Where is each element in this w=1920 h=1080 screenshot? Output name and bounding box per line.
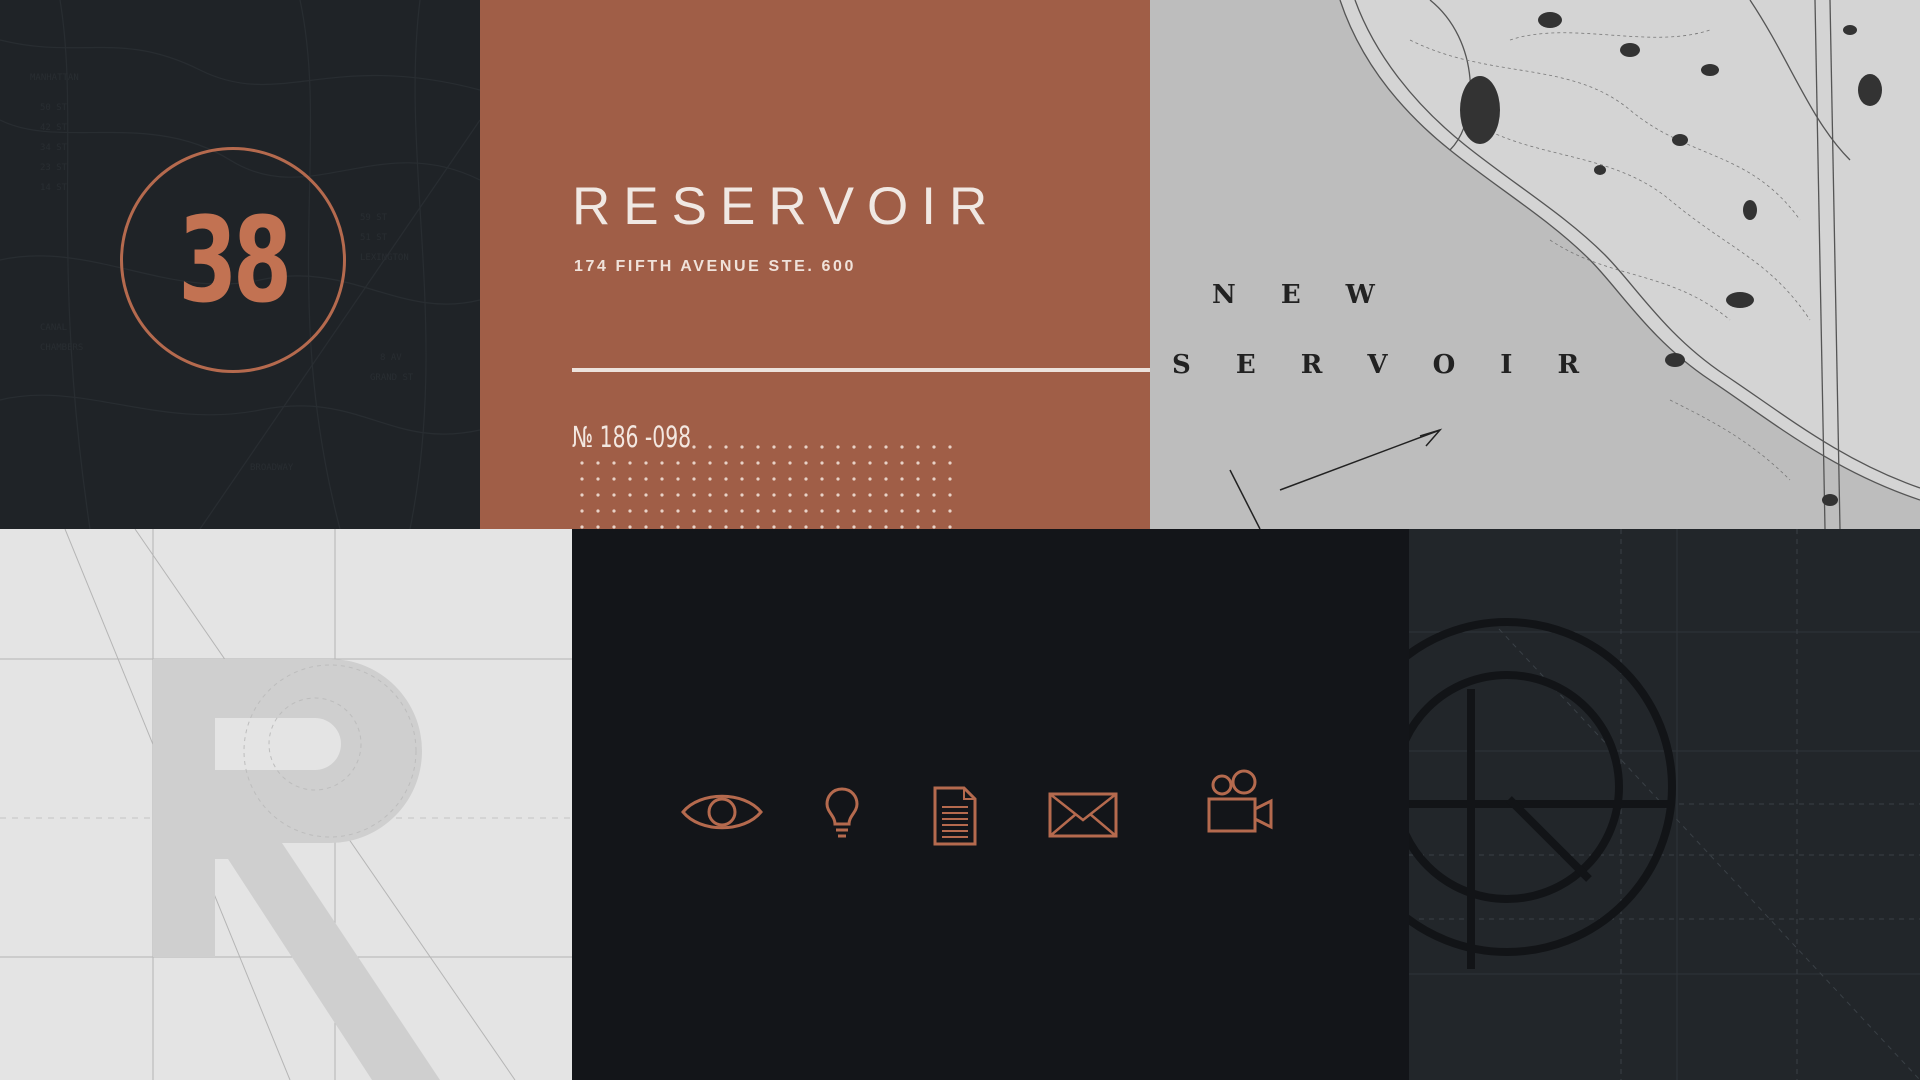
svg-text:51 ST: 51 ST: [360, 233, 388, 243]
map-panel: N E W S E R V O I R: [1150, 0, 1920, 529]
svg-text:50 ST: 50 ST: [40, 103, 68, 113]
divider-rule: [572, 368, 1150, 372]
letter-r-construction: [0, 529, 572, 1080]
badge-number: 38: [178, 191, 292, 329]
map-label-line1: N E W: [1212, 280, 1393, 310]
svg-text:42 ST: 42 ST: [40, 123, 68, 133]
video-camera-icon: [1207, 769, 1273, 833]
svg-text:LEXINGTON: LEXINGTON: [360, 253, 409, 263]
document-icon: [933, 786, 977, 846]
svg-text:BROADWAY: BROADWAY: [250, 463, 294, 473]
address-line: 174 FIFTH AVENUE STE. 600: [574, 258, 856, 275]
logo-mark-construction: [1409, 529, 1920, 1080]
dot-pattern: [580, 445, 952, 529]
svg-text:34 ST: 34 ST: [40, 143, 68, 153]
brand-card-panel: RESERVOIR 174 FIFTH AVENUE STE. 600 № 18…: [480, 0, 1150, 529]
svg-text:23 ST: 23 ST: [40, 163, 68, 173]
svg-text:CANAL: CANAL: [40, 323, 67, 333]
topographic-map: [1150, 0, 1920, 529]
icon-set-panel: [572, 529, 1409, 1080]
svg-text:MANHATTAN: MANHATTAN: [30, 73, 79, 83]
brand-wordmark: RESERVOIR: [572, 177, 1001, 236]
svg-text:14 ST: 14 ST: [40, 183, 68, 193]
letterform-construction-panel: [0, 529, 572, 1080]
lightbulb-icon: [825, 787, 859, 838]
svg-text:59 ST: 59 ST: [360, 213, 388, 223]
svg-text:CHAMBERS: CHAMBERS: [40, 343, 83, 353]
svg-text:8 AV: 8 AV: [380, 353, 402, 363]
logo-grid-panel: [1409, 529, 1920, 1080]
badge-panel: MANHATTAN 50 ST 42 ST 34 ST 23 ST 14 ST 59 S…: [0, 0, 480, 529]
eye-icon: [681, 794, 763, 830]
envelope-icon: [1048, 792, 1118, 838]
map-label-line2: S E R V O I R: [1172, 350, 1598, 380]
svg-text:GRAND ST: GRAND ST: [370, 373, 414, 383]
